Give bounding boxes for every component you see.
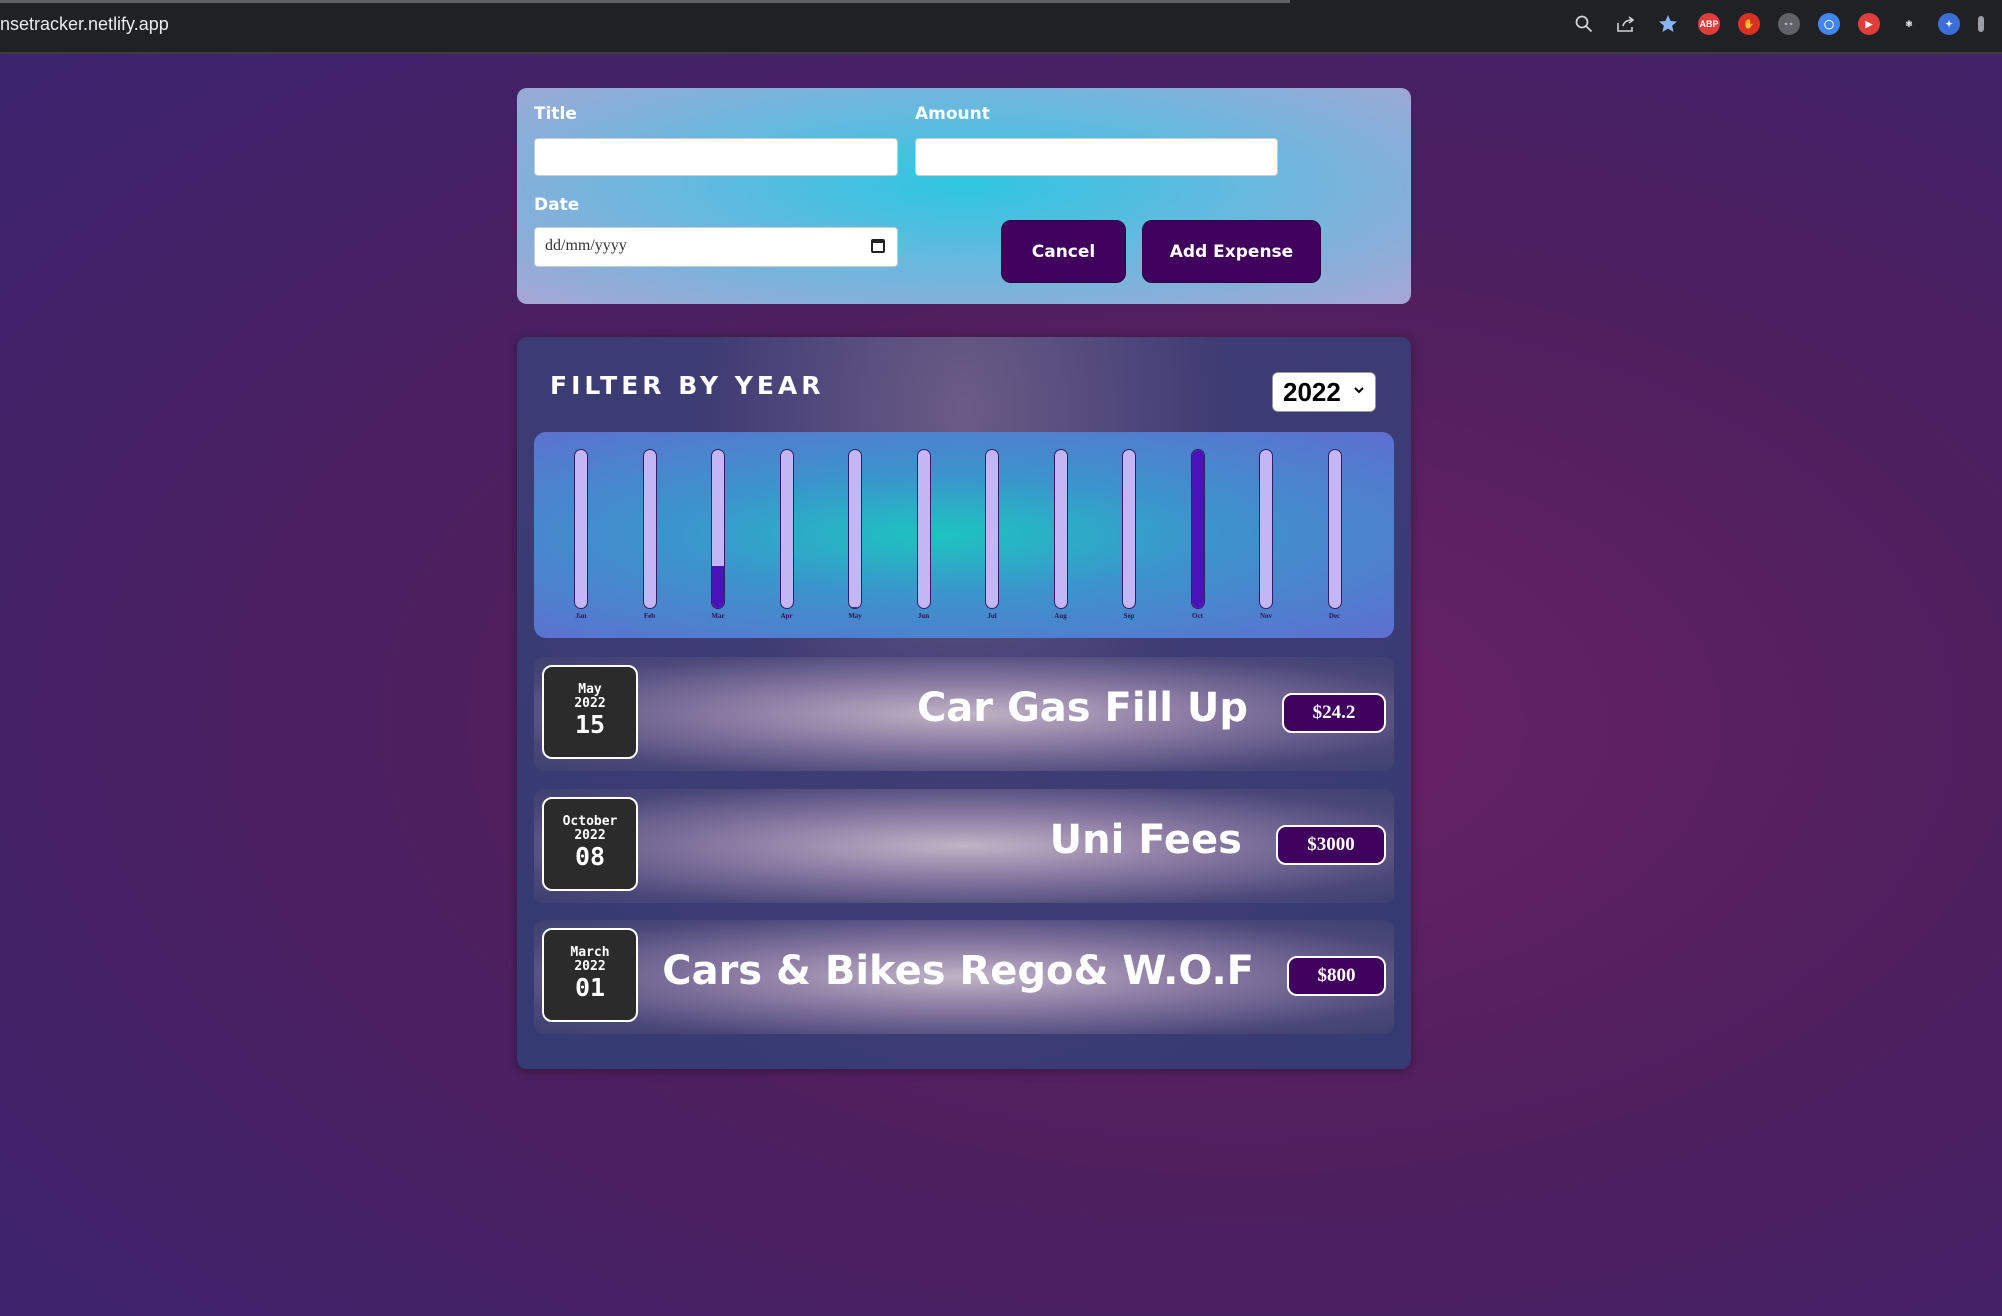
chart-bar-apr xyxy=(779,449,794,609)
expense-date-month: May xyxy=(578,682,602,697)
expense-amount: $800 xyxy=(1287,956,1386,996)
chart-bar-sep xyxy=(1122,449,1136,609)
chart-bar-fill xyxy=(712,565,724,608)
expense-date-year: 2022 xyxy=(574,959,606,974)
expense-item: March 2022 01 Cars & Bikes Rego& W.O.F $… xyxy=(534,920,1394,1034)
expense-date: October 2022 08 xyxy=(542,797,638,891)
chart-bar-label: Nov xyxy=(1259,612,1273,620)
date-placeholder: dd/mm/yyyy xyxy=(545,237,627,254)
zoom-icon[interactable] xyxy=(1572,12,1596,36)
chevron-down-icon xyxy=(1353,383,1365,399)
amount-input[interactable] xyxy=(915,138,1278,176)
circle-extension-icon[interactable]: ◯ xyxy=(1818,13,1840,35)
new-expense-form: Title Amount Date dd/mm/yyyy Cancel Add … xyxy=(517,88,1411,304)
chart-bar-label: Feb xyxy=(643,612,656,620)
chart-bar-feb xyxy=(642,449,657,609)
chart-bar-label: Jun xyxy=(917,612,930,620)
expense-item: May 2022 15 Car Gas Fill Up $24.2 xyxy=(534,657,1394,771)
expense-date-day: 08 xyxy=(574,842,606,871)
chart-bar-mar xyxy=(711,449,725,609)
expense-date-month: October xyxy=(562,814,618,829)
adblock-plus-extension-icon[interactable]: ABP xyxy=(1698,13,1720,35)
expense-date-year: 2022 xyxy=(574,828,606,843)
toolbar-icons: ABP ✋ 👓 ◯ ▶ ⚛ ✦ xyxy=(1572,12,1984,36)
chart-bar-oct xyxy=(1190,449,1205,609)
chart-bar-may xyxy=(848,449,862,609)
calendar-icon[interactable] xyxy=(871,239,885,253)
chart-bar-label: May xyxy=(848,612,862,620)
year-filter-select[interactable]: 2022 xyxy=(1272,372,1376,412)
date-label: Date xyxy=(534,195,580,215)
chart-bar-jan xyxy=(574,449,588,609)
expense-date: March 2022 01 xyxy=(542,928,638,1022)
cancel-button[interactable]: Cancel xyxy=(1001,220,1126,283)
expense-date-day: 15 xyxy=(574,710,606,739)
expense-date: May 2022 15 xyxy=(542,665,638,759)
play-extension-icon[interactable]: ▶ xyxy=(1858,13,1880,35)
extensions-area: ABP ✋ 👓 ◯ ▶ ⚛ ✦ xyxy=(1698,13,1960,35)
chart-bar-jul xyxy=(985,449,999,609)
expense-title: Uni Fees xyxy=(1049,817,1242,863)
react-devtools-extension-icon[interactable]: ⚛ xyxy=(1898,13,1920,35)
share-icon[interactable] xyxy=(1614,12,1638,36)
chart-bar-label: Jan xyxy=(575,612,587,620)
chart-bar-label: Dec xyxy=(1328,612,1341,620)
amount-label: Amount xyxy=(915,104,990,124)
chart-bar-jun xyxy=(916,449,931,609)
title-label: Title xyxy=(534,104,577,124)
title-input[interactable] xyxy=(534,138,898,176)
filter-title: FILTER BY YEAR xyxy=(550,371,825,400)
spy-extension-icon[interactable]: 👓 xyxy=(1778,13,1800,35)
chart-bar-label: Jul xyxy=(987,612,997,620)
add-expense-button[interactable]: Add Expense xyxy=(1142,220,1321,283)
chart-bar-fill xyxy=(1191,450,1204,608)
colorful-extension-icon[interactable]: ✦ xyxy=(1938,13,1960,35)
loading-indicator xyxy=(0,0,1290,3)
expense-amount: $3000 xyxy=(1276,825,1386,865)
expense-title: Cars & Bikes Rego& W.O.F xyxy=(662,948,1254,994)
browser-toolbar: nsetracker.netlify.app ABP ✋ 👓 ◯ ▶ ⚛ ✦ xyxy=(0,0,2002,54)
chart-bar-nov xyxy=(1259,449,1273,609)
expense-title: Car Gas Fill Up xyxy=(916,685,1248,731)
chart-bar-label: Mar xyxy=(711,612,725,620)
date-input[interactable]: dd/mm/yyyy xyxy=(534,227,898,267)
chart-bar-label: Oct xyxy=(1192,612,1203,620)
chart-bar-label: Sep xyxy=(1123,612,1135,620)
expense-date-day: 01 xyxy=(574,973,606,1002)
chart-bar-fill xyxy=(849,606,861,608)
expenses-panel: FILTER BY YEAR 2022 Jan Feb Mar Apr May Jun Ju… xyxy=(517,337,1411,1069)
expense-date-year: 2022 xyxy=(574,696,606,711)
expense-amount: $24.2 xyxy=(1282,693,1386,733)
extensions-menu-icon[interactable] xyxy=(1978,16,1984,32)
expense-date-month: March xyxy=(570,945,610,960)
expense-item: October 2022 08 Uni Fees $3000 xyxy=(534,789,1394,903)
selected-year: 2022 xyxy=(1283,376,1341,407)
chart-bar-label: Aug xyxy=(1054,612,1067,620)
chart-bar-dec xyxy=(1327,449,1342,609)
hand-extension-icon[interactable]: ✋ xyxy=(1738,13,1760,35)
bookmark-star-icon[interactable] xyxy=(1656,12,1680,36)
chart-bar-label: Apr xyxy=(780,612,793,620)
expenses-chart: Jan Feb Mar Apr May Jun Jul Aug Sep Oct Nov Dec xyxy=(534,432,1394,638)
address-bar-url[interactable]: nsetracker.netlify.app xyxy=(0,14,169,35)
chart-bar-aug xyxy=(1053,449,1068,609)
